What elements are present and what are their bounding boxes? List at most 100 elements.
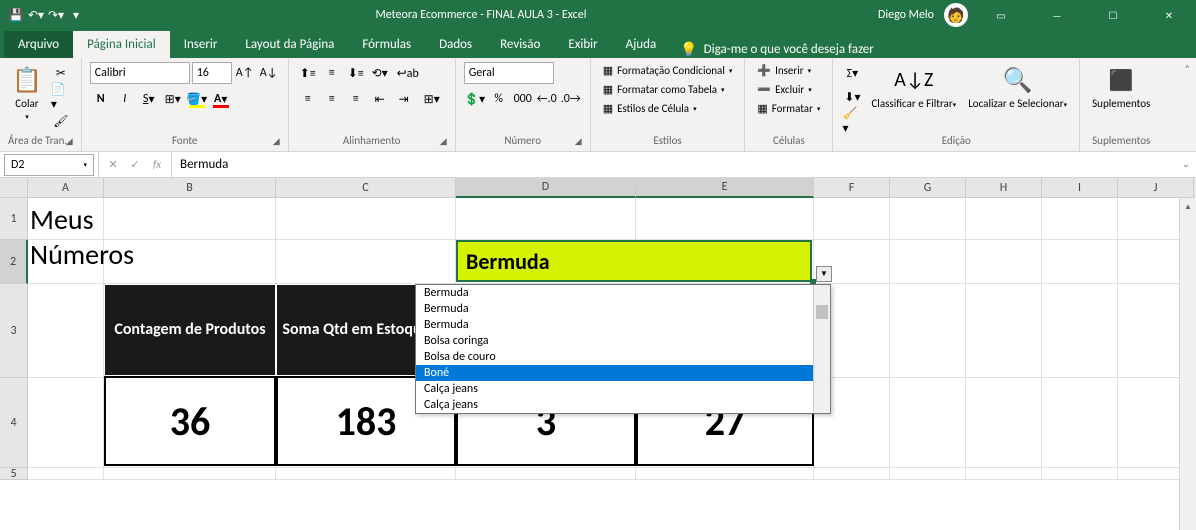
clear-button[interactable]: 🧹▾ — [841, 110, 863, 132]
fx-icon[interactable]: fx — [147, 155, 167, 175]
find-select-button[interactable]: 🔍 Localizar e Selecionar▾ — [964, 62, 1071, 112]
align-top-button[interactable]: ⬆≡ — [297, 62, 319, 84]
row-header-5[interactable]: 5 — [0, 468, 28, 480]
currency-button[interactable]: 💲▾ — [464, 88, 486, 110]
vertical-scrollbar[interactable]: ▲ — [1179, 198, 1196, 530]
font-launcher-icon[interactable]: ◢ — [273, 136, 280, 147]
increase-font-button[interactable]: A↑ — [234, 62, 256, 84]
underline-button[interactable]: S▾ — [138, 88, 160, 110]
tab-file[interactable]: Arquivo — [4, 31, 73, 58]
accept-formula-icon[interactable]: ✓ — [125, 155, 145, 175]
scroll-up-icon[interactable]: ▲ — [1180, 198, 1196, 215]
redo-icon[interactable]: ↷▾ — [48, 7, 64, 23]
tab-insert[interactable]: Inserir — [170, 31, 232, 58]
align-bottom-button[interactable]: ⬇≡ — [345, 62, 367, 84]
cut-button[interactable]: ✂ — [50, 62, 72, 84]
dropdown-item[interactable]: Bermuda — [416, 301, 830, 317]
cell-b4[interactable]: 36 — [104, 376, 276, 466]
tell-me-search[interactable]: 💡 Diga-me o que você deseja fazer — [680, 41, 874, 58]
spreadsheet-grid[interactable]: ABCDEFGHIJ 12345 Meus Números Bermuda ▼ … — [0, 178, 1196, 480]
col-header-I[interactable]: I — [1042, 178, 1118, 198]
format-painter-button[interactable]: 🖌 — [50, 110, 72, 132]
col-header-D[interactable]: D — [456, 178, 636, 198]
font-size-select[interactable] — [192, 62, 232, 84]
autosum-button[interactable]: Σ▾ — [841, 62, 863, 84]
row-header-1[interactable]: 1 — [0, 198, 28, 240]
format-table-button[interactable]: ▦Formatar como Tabela ▾ — [599, 81, 729, 98]
row-header-3[interactable]: 3 — [0, 284, 28, 378]
cancel-formula-icon[interactable]: ✕ — [103, 155, 123, 175]
col-header-G[interactable]: G — [890, 178, 966, 198]
align-launcher-icon[interactable]: ◢ — [440, 136, 447, 147]
qat-customize-icon[interactable]: ▾ — [68, 7, 84, 23]
dropdown-item[interactable]: Bermuda — [416, 317, 830, 333]
copy-button[interactable]: 📄▾ — [50, 86, 72, 108]
dropdown-item[interactable]: Bolsa de couro — [416, 349, 830, 365]
header-contagem[interactable]: Contagem de Produtos — [104, 284, 276, 376]
sort-filter-button[interactable]: A↓Z Classificar e Filtrar▾ — [867, 62, 960, 112]
dropdown-item[interactable]: Boné — [416, 365, 830, 381]
tab-help[interactable]: Ajuda — [612, 31, 671, 58]
row-header-2[interactable]: 2 — [0, 240, 28, 284]
format-cells-button[interactable]: ▦Formatar ▾ — [753, 100, 824, 117]
dropdown-item[interactable]: Calça jeans — [416, 397, 830, 413]
align-left-button[interactable]: ≡ — [297, 88, 319, 110]
col-header-C[interactable]: C — [276, 178, 456, 198]
font-color-button[interactable]: A▾ — [210, 88, 232, 110]
comma-button[interactable]: 000 — [512, 88, 534, 110]
number-launcher-icon[interactable]: ◢ — [575, 136, 582, 147]
tab-review[interactable]: Revisão — [486, 31, 554, 58]
tab-data[interactable]: Dados — [425, 31, 486, 58]
merge-button[interactable]: ⊞▾ — [417, 88, 447, 110]
header-soma[interactable]: Soma Qtd em Estoque — [276, 284, 436, 376]
decrease-indent-button[interactable]: ⇤ — [369, 88, 391, 110]
col-header-E[interactable]: E — [636, 178, 814, 198]
insert-cells-button[interactable]: ➕Inserir ▾ — [753, 62, 815, 79]
dropdown-arrow-icon[interactable]: ▼ — [816, 266, 832, 282]
maximize-button[interactable]: ☐ — [1090, 0, 1136, 30]
user-avatar-icon[interactable]: 🧑 — [944, 3, 968, 27]
cell-d2-selected[interactable]: Bermuda — [456, 240, 812, 282]
user-name[interactable]: Diego Melo — [878, 8, 934, 22]
tab-formulas[interactable]: Fórmulas — [348, 31, 425, 58]
col-header-H[interactable]: H — [966, 178, 1042, 198]
close-button[interactable]: ✕ — [1146, 0, 1192, 30]
name-box[interactable]: D2▾ — [4, 154, 94, 176]
expand-formula-bar-icon[interactable]: ⌄ — [1176, 159, 1196, 170]
fill-button[interactable]: ⬇▾ — [841, 86, 863, 108]
tab-layout[interactable]: Layout da Página — [231, 31, 348, 58]
formula-input[interactable]: Bermuda — [172, 152, 1176, 177]
decrease-font-button[interactable]: A↓ — [258, 62, 280, 84]
font-name-select[interactable] — [90, 62, 190, 84]
align-right-button[interactable]: ≡ — [345, 88, 367, 110]
dropdown-item[interactable]: Bolsa coringa — [416, 333, 830, 349]
undo-icon[interactable]: ↶▾ — [28, 7, 44, 23]
paste-button[interactable]: 📋 Colar▾ — [8, 62, 46, 124]
increase-decimal-button[interactable]: ←.0 — [536, 88, 558, 110]
align-middle-button[interactable]: ≡ — [321, 62, 343, 84]
percent-button[interactable]: % — [488, 88, 510, 110]
col-header-A[interactable]: A — [28, 178, 104, 198]
orientation-button[interactable]: ⟲▾ — [369, 62, 391, 84]
align-center-button[interactable]: ≡ — [321, 88, 343, 110]
collapse-ribbon-icon[interactable]: ˄ — [1185, 62, 1190, 75]
wrap-text-button[interactable]: ↩ab — [393, 62, 423, 84]
clipboard-launcher-icon[interactable]: ◢ — [66, 136, 73, 147]
fill-color-button[interactable]: 🪣▾ — [186, 88, 208, 110]
col-header-J[interactable]: J — [1118, 178, 1194, 198]
delete-cells-button[interactable]: ➖Excluir ▾ — [753, 81, 815, 98]
addins-button[interactable]: ⬛ Suplementos — [1088, 62, 1154, 112]
dropdown-scrollbar[interactable] — [813, 285, 830, 413]
cell-a1-title[interactable]: Meus Números — [30, 202, 134, 272]
cell-styles-button[interactable]: ▦Estilos de Célula ▾ — [599, 100, 701, 117]
increase-indent-button[interactable]: ⇥ — [393, 88, 415, 110]
conditional-format-button[interactable]: ▦Formatação Condicional ▾ — [599, 62, 737, 79]
border-button[interactable]: ⊞▾ — [162, 88, 184, 110]
save-icon[interactable]: 💾 — [8, 7, 24, 23]
minimize-button[interactable]: — — [1034, 0, 1080, 30]
col-header-F[interactable]: F — [814, 178, 890, 198]
ribbon-options-icon[interactable]: ▭ — [978, 0, 1024, 30]
number-format-select[interactable] — [464, 62, 554, 84]
dropdown-scroll-thumb[interactable] — [816, 305, 828, 319]
tab-view[interactable]: Exibir — [554, 31, 611, 58]
